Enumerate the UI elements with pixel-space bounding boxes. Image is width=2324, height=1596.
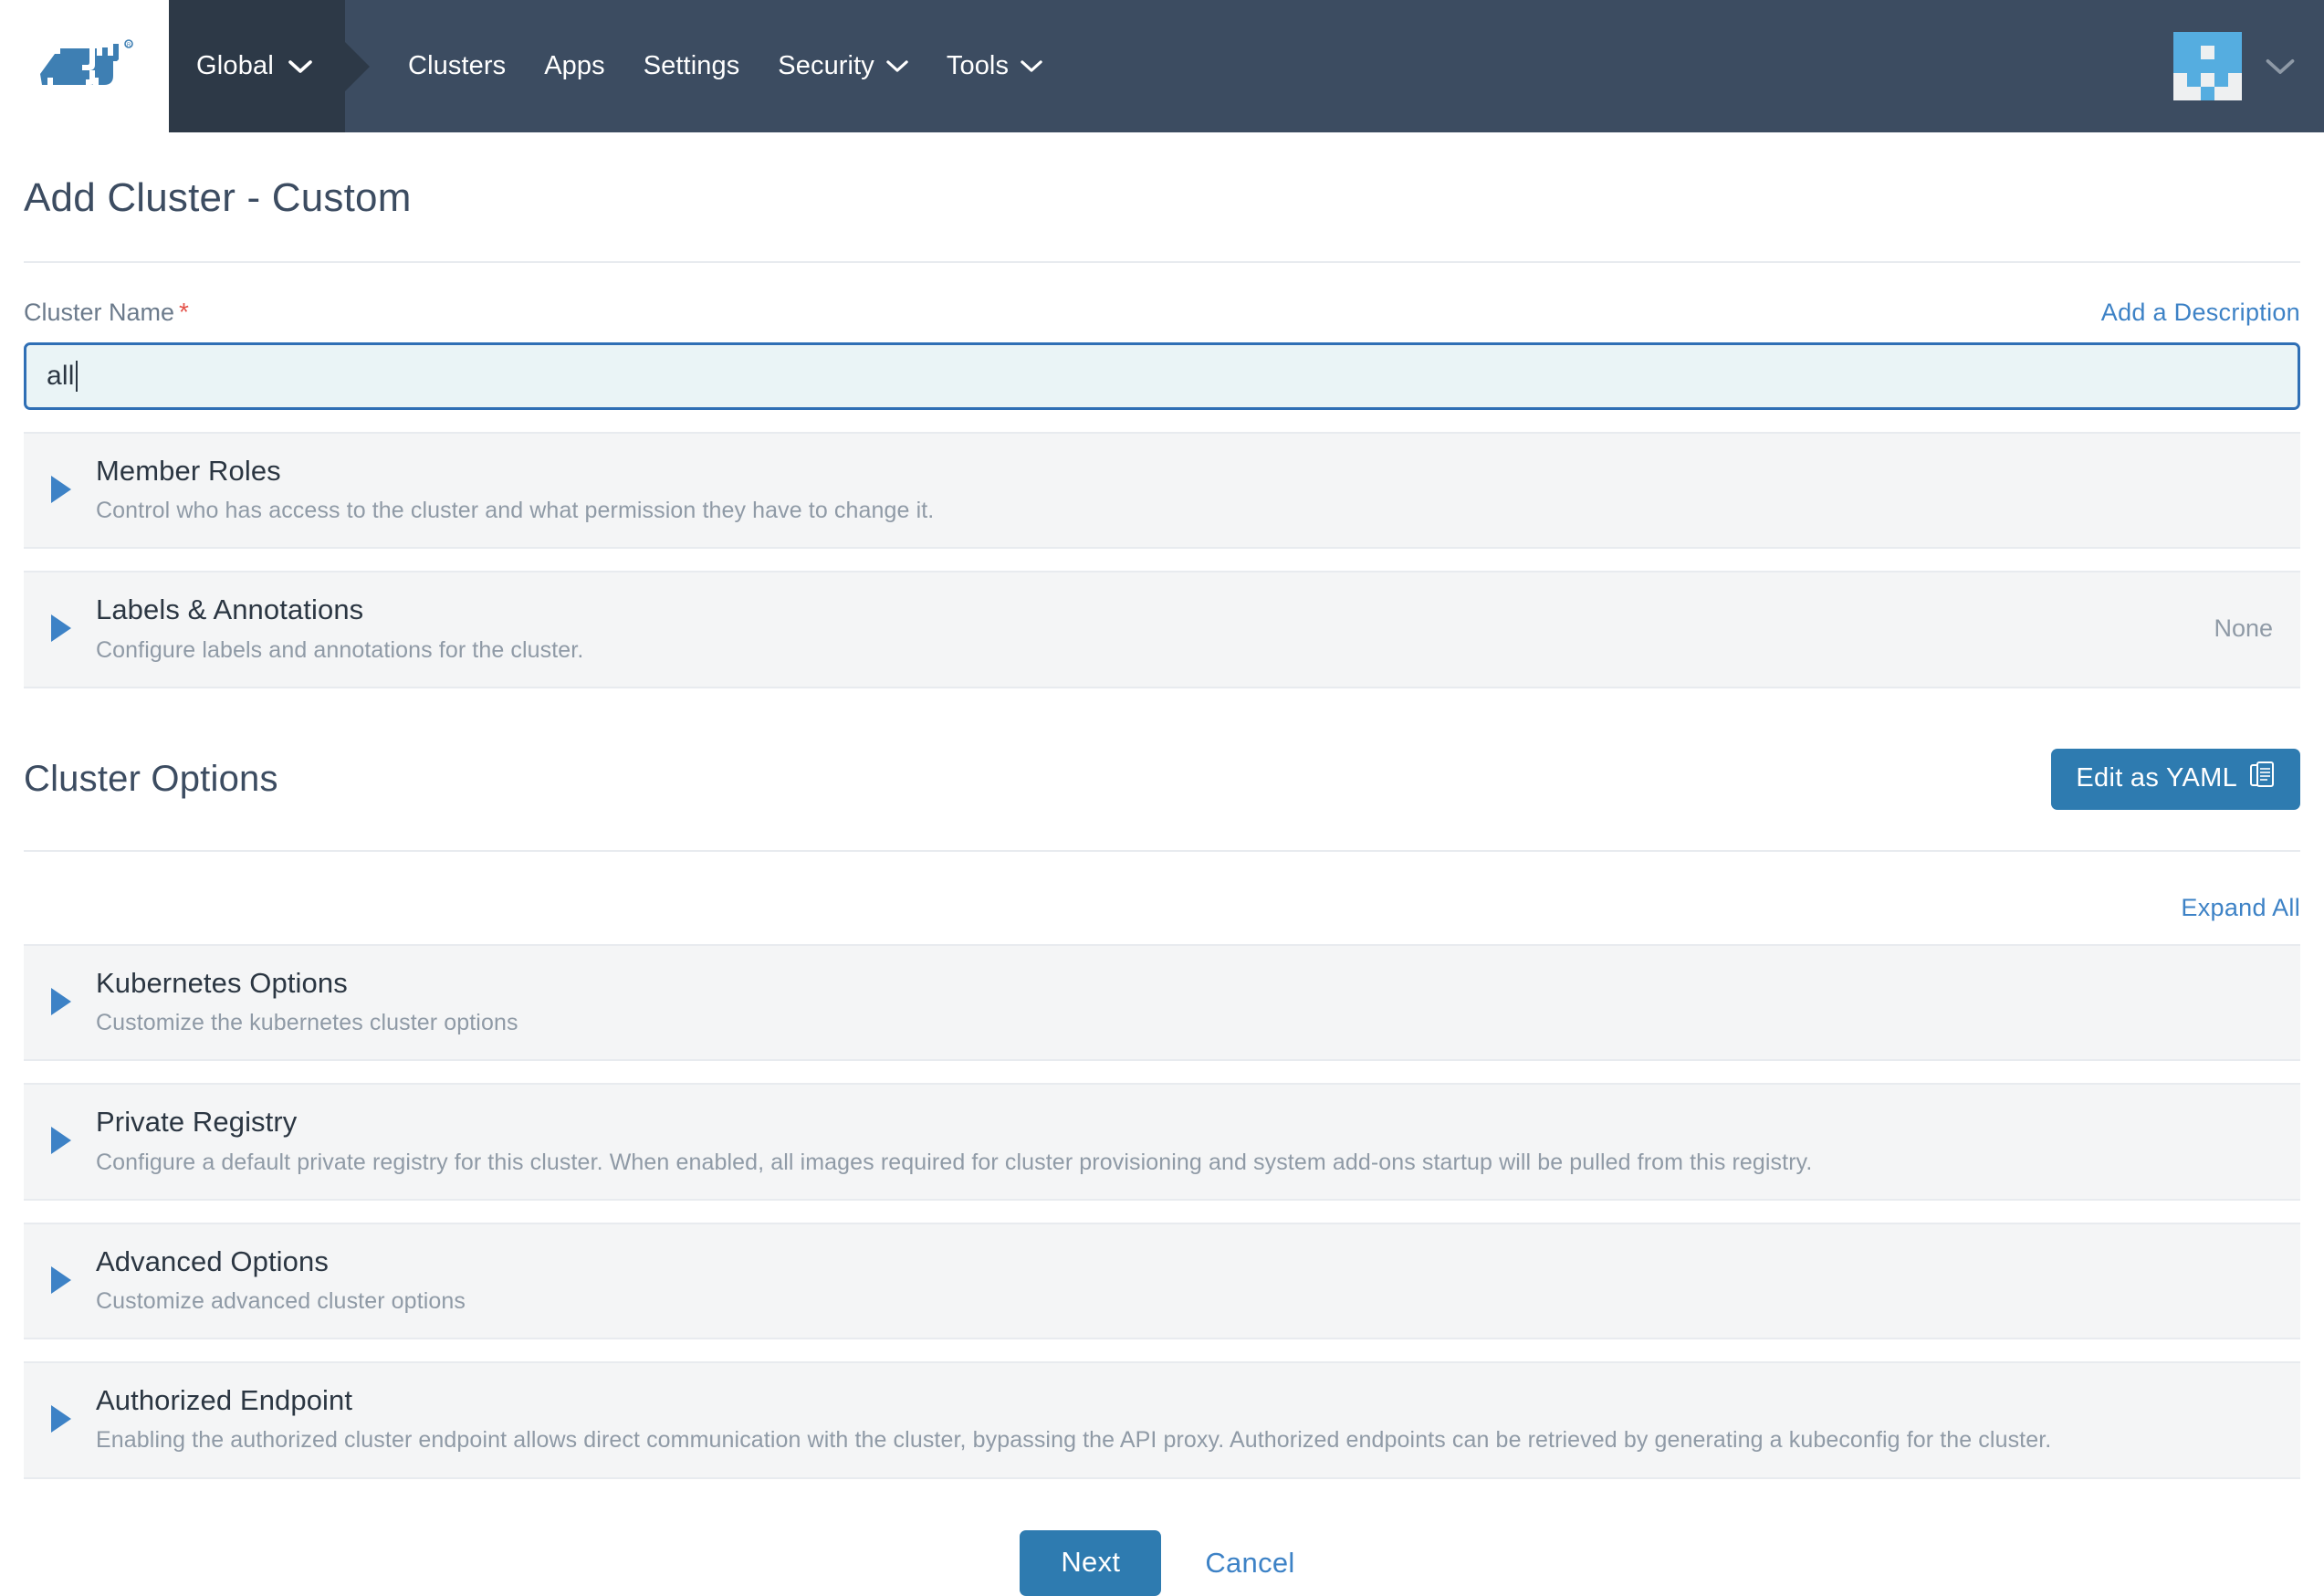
main-navigation: Global Clusters Apps Settings Security T… bbox=[169, 0, 2324, 132]
cluster-name-label-wrap: Cluster Name * bbox=[24, 298, 189, 327]
accordion-title: Member Roles bbox=[96, 455, 281, 487]
next-button[interactable]: Next bbox=[1020, 1529, 1162, 1596]
title-divider bbox=[24, 261, 2300, 263]
accordion-kubernetes-options[interactable]: Kubernetes Options Customize the kuberne… bbox=[24, 943, 2300, 1062]
nav-scope-label: Global bbox=[196, 51, 275, 80]
chevron-down-icon bbox=[1021, 59, 1042, 73]
cancel-button[interactable]: Cancel bbox=[1196, 1531, 1303, 1595]
nav-item-list: Clusters Apps Settings Security Tools bbox=[389, 0, 1062, 132]
accordion-advanced-options[interactable]: Advanced Options Customize advanced clus… bbox=[24, 1222, 2300, 1340]
svg-text:R: R bbox=[126, 43, 131, 48]
page-title: Add Cluster - Custom bbox=[24, 175, 412, 220]
text-cursor bbox=[75, 361, 78, 392]
accordion-description: Enabling the authorized cluster endpoint… bbox=[96, 1427, 2052, 1454]
accordion-title: Labels & Annotations bbox=[96, 593, 364, 626]
nav-item-security[interactable]: Security bbox=[759, 0, 927, 132]
nav-item-apps[interactable]: Apps bbox=[525, 0, 624, 132]
rancher-logo[interactable]: R bbox=[0, 0, 169, 132]
nav-item-label: Tools bbox=[946, 51, 1010, 80]
accordion-member-roles[interactable]: Member Roles Control who has access to t… bbox=[24, 432, 2300, 550]
nav-item-label: Security bbox=[778, 51, 874, 80]
clipboard-icon bbox=[2250, 761, 2276, 796]
section-divider bbox=[24, 849, 2300, 852]
nav-item-label: Apps bbox=[544, 51, 605, 80]
accordion-description: Configure labels and annotations for the… bbox=[96, 636, 584, 663]
form-actions: Next Cancel bbox=[24, 1529, 2300, 1596]
accordion-authorized-endpoint[interactable]: Authorized Endpoint Enabling the authori… bbox=[24, 1361, 2300, 1479]
cluster-name-label-row: Cluster Name * Add a Description bbox=[24, 298, 2300, 327]
accordion-title: Private Registry bbox=[96, 1106, 298, 1139]
section-title: Cluster Options bbox=[24, 758, 278, 799]
cluster-name-input-value: all bbox=[47, 361, 75, 391]
required-marker: * bbox=[179, 298, 189, 326]
triangle-right-icon bbox=[51, 1265, 71, 1294]
accordion-title: Authorized Endpoint bbox=[96, 1384, 353, 1417]
page-content: Add Cluster - Custom Cluster Name * Add a… bbox=[0, 175, 2324, 1596]
add-description-link[interactable]: Add a Description bbox=[2101, 299, 2300, 327]
avatar bbox=[2173, 32, 2242, 100]
accordion-body: Member Roles Control who has access to t… bbox=[96, 454, 2245, 525]
cluster-name-label: Cluster Name bbox=[24, 299, 175, 326]
triangle-right-icon bbox=[51, 987, 71, 1015]
nav-item-clusters[interactable]: Clusters bbox=[389, 0, 525, 132]
accordion-body: Kubernetes Options Customize the kuberne… bbox=[96, 966, 2245, 1037]
chevron-down-icon bbox=[288, 59, 312, 74]
triangle-right-icon bbox=[51, 1127, 71, 1155]
nav-item-label: Settings bbox=[643, 51, 740, 80]
accordion-description: Customize advanced cluster options bbox=[96, 1287, 466, 1314]
rancher-cow-logo-icon: R bbox=[35, 34, 135, 100]
accordion-title: Kubernetes Options bbox=[96, 966, 348, 999]
nav-item-settings[interactable]: Settings bbox=[624, 0, 759, 132]
expand-all-row: Expand All bbox=[24, 894, 2300, 922]
accordion-description: Control who has access to the cluster an… bbox=[96, 498, 935, 524]
accordion-body: Labels & Annotations Configure labels an… bbox=[96, 593, 2186, 664]
accordion-labels-annotations[interactable]: Labels & Annotations Configure labels an… bbox=[24, 571, 2300, 688]
accordion-title: Advanced Options bbox=[96, 1244, 329, 1277]
accordion-description: Customize the kubernetes cluster options bbox=[96, 1010, 518, 1036]
accordion-body: Private Registry Configure a default pri… bbox=[96, 1105, 2245, 1176]
nav-scope-global[interactable]: Global bbox=[169, 0, 346, 132]
accordion-description: Configure a default private registry for… bbox=[96, 1149, 1813, 1175]
nav-item-tools[interactable]: Tools bbox=[927, 0, 1062, 132]
expand-all-link[interactable]: Expand All bbox=[2181, 894, 2300, 922]
nav-item-label: Clusters bbox=[408, 51, 507, 80]
triangle-right-icon bbox=[51, 1405, 71, 1433]
chevron-down-icon bbox=[2266, 58, 2295, 76]
cluster-name-input[interactable]: all bbox=[24, 342, 2300, 410]
accordion-right-value: None bbox=[2214, 614, 2273, 643]
chevron-down-icon bbox=[886, 59, 908, 73]
edit-as-yaml-label: Edit as YAML bbox=[2076, 763, 2237, 793]
triangle-right-icon bbox=[51, 614, 71, 643]
edit-as-yaml-button[interactable]: Edit as YAML bbox=[2051, 748, 2300, 810]
accordion-body: Advanced Options Customize advanced clus… bbox=[96, 1244, 2245, 1316]
app-header: R Global Clusters Apps Settings Security bbox=[0, 0, 2324, 132]
cluster-options-header: Cluster Options Edit as YAML bbox=[24, 748, 2300, 810]
user-menu[interactable] bbox=[2173, 0, 2324, 132]
accordion-private-registry[interactable]: Private Registry Configure a default pri… bbox=[24, 1083, 2300, 1201]
triangle-right-icon bbox=[51, 476, 71, 503]
accordion-body: Authorized Endpoint Enabling the authori… bbox=[96, 1383, 2245, 1454]
